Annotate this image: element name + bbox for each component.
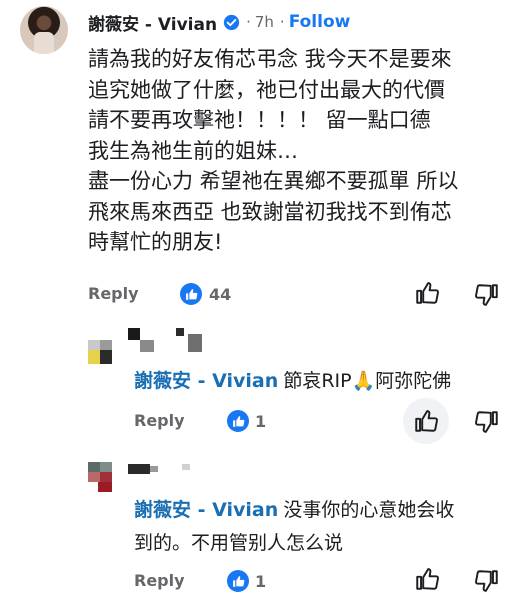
thumbs-up-icon[interactable] xyxy=(414,280,440,306)
reply-button[interactable]: Reply xyxy=(134,571,185,590)
like-badge-icon[interactable] xyxy=(227,570,249,592)
comment-body: 請為我的好友侑芯弔念 我今天不是要來 追究她做了什麼，祂已付出最大的代價 請不要… xyxy=(88,44,508,258)
mention-link[interactable]: 謝薇安 - Vivian xyxy=(134,370,278,392)
reply-author-redacted xyxy=(88,326,208,370)
author-avatar[interactable] xyxy=(20,6,68,54)
like-badge-icon[interactable] xyxy=(227,410,249,432)
comment-line: 追究她做了什麼，祂已付出最大的代價 xyxy=(88,77,445,102)
thumbs-down-icon[interactable] xyxy=(474,568,500,594)
reply-button[interactable]: Reply xyxy=(134,411,185,430)
thumbs-up-icon xyxy=(232,575,244,587)
thumbs-down-icon[interactable] xyxy=(474,282,500,308)
separator-dot: · xyxy=(279,13,285,31)
verified-badge-icon xyxy=(223,14,240,30)
comment-line: 請為我的好友侑芯弔念 我今天不是要來 xyxy=(88,47,452,71)
separator-dot: · xyxy=(246,13,251,31)
like-button[interactable] xyxy=(403,398,449,444)
like-badge-icon[interactable] xyxy=(180,283,202,305)
comment-line: 我生為祂生前的姐妹… xyxy=(88,138,298,163)
reply-content: 謝薇安 - Vivian 没事你的心意她会收 到的。不用管别人怎么说 xyxy=(134,494,514,560)
reply-text: 節哀RIP🙏阿弥陀佛 xyxy=(283,370,452,392)
comment-header: 謝薇安 - Vivian · 7h · Follow xyxy=(88,10,351,35)
follow-button[interactable]: Follow xyxy=(289,12,351,32)
comment-line: 盡一份心力 希望祂在異鄉不要孤單 所以 xyxy=(88,169,459,193)
thumbs-down-icon[interactable] xyxy=(474,409,500,435)
author-name[interactable]: 謝薇安 - Vivian xyxy=(88,10,217,35)
comment-line: 時幫忙的朋友! xyxy=(88,230,223,254)
reply-text-continued: 到的。不用管别人怎么说 xyxy=(134,532,344,554)
like-count[interactable]: 1 xyxy=(255,412,266,431)
like-count[interactable]: 1 xyxy=(255,572,266,591)
reply-text: 没事你的心意她会收 xyxy=(283,499,455,521)
thumbs-up-icon xyxy=(232,415,244,427)
mention-link[interactable]: 謝薇安 - Vivian xyxy=(134,499,278,521)
reply-button[interactable]: Reply xyxy=(88,284,139,303)
reply-content: 謝薇安 - Vivian 節哀RIP🙏阿弥陀佛 xyxy=(134,366,451,393)
thumbs-up-icon xyxy=(185,288,197,300)
thumbs-up-icon xyxy=(415,410,438,432)
comment-time[interactable]: 7h xyxy=(255,13,274,31)
comment-line: 飛來馬來西亞 也致謝當初我找不到侑芯 xyxy=(88,199,452,224)
like-count[interactable]: 44 xyxy=(209,285,231,304)
comment-line: 請不要再攻擊祂！！！！ 留一點口德 xyxy=(88,108,431,132)
thumbs-up-icon[interactable] xyxy=(414,566,440,592)
